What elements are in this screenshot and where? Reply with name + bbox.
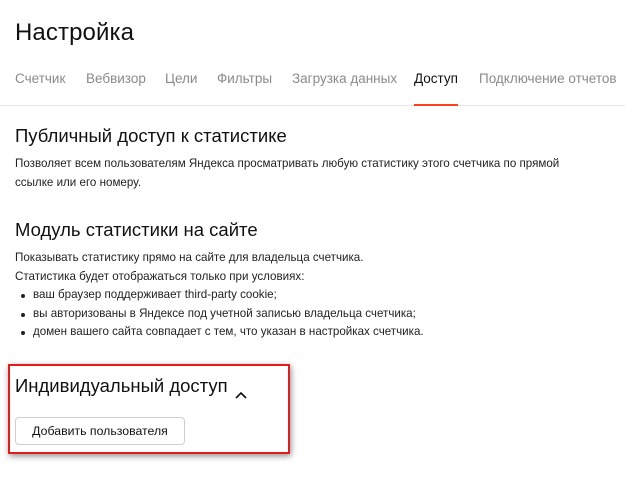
tab-goals[interactable]: Цели <box>165 71 197 105</box>
tab-access[interactable]: Доступ <box>414 71 458 106</box>
public-access-title: Публичный доступ к статистике <box>15 125 287 146</box>
stats-module-description: Показывать статистику прямо на сайте для… <box>15 249 615 342</box>
public-access-description-line2: ссылке или его номеру. <box>15 175 142 189</box>
condition-item: ваш браузер поддерживает third-party coo… <box>15 286 615 305</box>
stats-module-line2: Статистика будет отображаться только при… <box>15 269 305 283</box>
individual-access-title: Индивидуальный доступ <box>15 375 228 396</box>
tab-filters[interactable]: Фильтры <box>217 71 272 105</box>
individual-access-toggle[interactable]: Индивидуальный доступ <box>15 375 248 399</box>
public-access-description: Позволяет всем пользователям Яндекса про… <box>15 155 615 192</box>
public-access-description-line1: Позволяет всем пользователям Яндекса про… <box>15 157 560 170</box>
settings-tabs: Счетчик Вебвизор Цели Фильтры Загрузка д… <box>0 64 625 106</box>
stats-module-conditions: ваш браузер поддерживает third-party coo… <box>15 286 615 342</box>
tab-data-upload[interactable]: Загрузка данных <box>292 71 397 105</box>
condition-item: вы авторизованы в Яндексе под учетной за… <box>15 305 615 324</box>
tab-webvisor[interactable]: Вебвизор <box>86 71 146 105</box>
page-title: Настройка <box>15 19 135 46</box>
add-user-button[interactable]: Добавить пользователя <box>15 417 185 445</box>
tab-counter[interactable]: Счетчик <box>15 71 65 105</box>
settings-page: Настройка Счетчик Вебвизор Цели Фильтры … <box>0 0 625 492</box>
stats-module-title: Модуль статистики на сайте <box>15 219 258 240</box>
condition-item: домен вашего сайта совпадает с тем, что … <box>15 323 615 342</box>
chevron-up-icon <box>234 383 248 399</box>
tab-report-connection[interactable]: Подключение отчетов <box>479 71 617 105</box>
stats-module-line1: Показывать статистику прямо на сайте для… <box>15 251 364 264</box>
